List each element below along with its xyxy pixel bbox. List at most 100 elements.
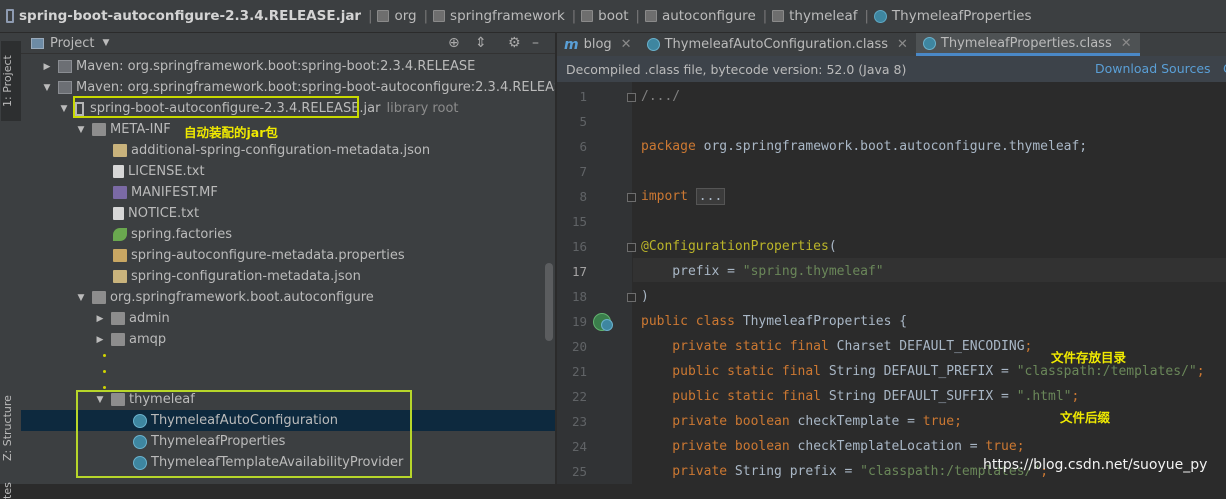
project-view-selector[interactable]: Project	[50, 36, 94, 51]
breadcrumb-org[interactable]: | org	[361, 0, 417, 32]
tree-node-label: LICENSE.txt	[128, 164, 205, 179]
download-sources-link[interactable]: Download Sources	[1095, 61, 1211, 76]
code-line-18[interactable]: )	[641, 289, 649, 304]
tree-scrollbar[interactable]	[545, 263, 553, 341]
tree-node[interactable]: ▶ Maven: org.springframework.boot:spring…	[21, 56, 576, 77]
code-line-6[interactable]: package org.springframework.boot.autocon…	[641, 139, 1087, 154]
tree-node[interactable]: ▼ Maven: org.springframework.boot:spring…	[21, 77, 576, 98]
separator-icon: |	[864, 8, 869, 24]
code-line-19[interactable]: public class ThymeleafProperties {	[641, 314, 907, 329]
package-icon	[377, 10, 390, 22]
tree-node[interactable]: spring.factories	[21, 224, 647, 245]
breadcrumb-label: ThymeleafProperties	[891, 8, 1032, 24]
breadcrumb-jar[interactable]: spring-boot-autoconfigure-2.3.4.RELEASE.…	[6, 0, 361, 32]
code-keyword: import	[641, 189, 688, 204]
locate-icon[interactable]: ⊕	[448, 35, 460, 51]
tab-blog[interactable]: m blog ✕	[557, 33, 640, 56]
directory-annotation: 文件存放目录	[1051, 350, 1127, 365]
thymeleaf-highlight-box	[76, 390, 412, 478]
separator-icon: |	[368, 8, 373, 24]
line-number: 20	[571, 339, 587, 354]
tree-node-label: admin	[129, 311, 170, 326]
bottom-tool-button[interactable]: tes	[1, 469, 14, 499]
code-line-8[interactable]: import ...	[641, 188, 726, 205]
code-line-22[interactable]: public static final String DEFAULT_SUFFI…	[641, 389, 1079, 404]
code-keyword: private static final	[641, 339, 829, 354]
code-line-17[interactable]: prefix = "spring.thymeleaf"	[641, 264, 883, 279]
line-number: 21	[571, 364, 587, 379]
tree-node[interactable]: additional-spring-configuration-metadata…	[21, 140, 647, 161]
folded-comment[interactable]: /.../	[641, 89, 680, 104]
code-punct: ;	[1196, 364, 1205, 379]
fold-marker-icon[interactable]	[627, 93, 636, 102]
tree-node[interactable]: MANIFEST.MF	[21, 182, 647, 203]
project-view-icon	[31, 37, 44, 49]
close-icon[interactable]: ✕	[1121, 36, 1132, 51]
collapse-arrow-icon[interactable]: ▼	[76, 293, 86, 303]
tree-node[interactable]: NOTICE.txt	[21, 203, 647, 224]
code-editor: m blog ✕ ThymeleafAutoConfiguration.clas…	[557, 33, 1226, 484]
tab-thymeleaf-auto-configuration[interactable]: ThymeleafAutoConfiguration.class ✕	[640, 33, 916, 56]
code-keyword: private	[641, 464, 728, 479]
expand-arrow-icon[interactable]: ▶	[95, 314, 105, 324]
code-line-16[interactable]: @ConfigurationProperties(	[641, 239, 837, 254]
tab-thymeleaf-properties[interactable]: ThymeleafProperties.class ✕	[915, 33, 1140, 56]
breadcrumb-thymeleaf-properties[interactable]: | ThymeleafProperties	[858, 0, 1032, 32]
tree-node[interactable]: LICENSE.txt	[21, 161, 647, 182]
code-line-24[interactable]: private boolean checkTemplateLocation = …	[641, 439, 1024, 454]
code-line-23[interactable]: private boolean checkTemplate = true;	[641, 414, 962, 429]
collapse-arrow-icon[interactable]: ▼	[59, 104, 69, 114]
breadcrumb-label: springframework	[450, 8, 565, 24]
breadcrumb-springframework[interactable]: | springframework	[417, 0, 565, 32]
code-line-21[interactable]: public static final String DEFAULT_PREFI…	[641, 364, 1205, 379]
code-text: =	[993, 364, 1017, 379]
close-icon[interactable]: ✕	[897, 37, 908, 52]
tree-node[interactable]: ▼ org.springframework.boot.autoconfigure	[21, 287, 610, 308]
tree-node[interactable]: ▼ META-INF	[21, 119, 610, 140]
project-tool-button[interactable]: 1: Project	[1, 41, 21, 121]
breadcrumb-autoconfigure[interactable]: | autoconfigure	[629, 0, 756, 32]
code-keyword: public static final	[641, 389, 822, 404]
jar-icon	[6, 9, 14, 23]
code-line-20[interactable]: private static final Charset DEFAULT_ENC…	[641, 339, 1032, 354]
fold-marker-icon[interactable]	[627, 243, 636, 252]
tree-node[interactable]: ▶ admin	[21, 308, 629, 329]
code-text: =	[899, 414, 923, 429]
hide-icon[interactable]: –	[532, 35, 539, 51]
code-text: String	[821, 364, 884, 379]
tree-node-label: org.springframework.boot.autoconfigure	[110, 290, 374, 305]
breadcrumb-boot[interactable]: | boot	[565, 0, 629, 32]
code-text: prefix =	[641, 264, 743, 279]
manifest-file-icon	[113, 186, 127, 199]
code-text: =	[836, 464, 861, 479]
fold-marker-icon[interactable]	[627, 293, 636, 302]
expand-arrow-icon[interactable]: ▶	[42, 62, 52, 72]
package-icon	[111, 333, 125, 346]
collapse-arrow-icon[interactable]: ▼	[76, 125, 86, 135]
package-icon	[644, 10, 657, 22]
tree-node-label: additional-spring-configuration-metadata…	[131, 143, 431, 158]
expand-arrow-icon[interactable]: ▶	[95, 335, 105, 345]
code-keyword: true	[922, 414, 955, 429]
package-icon	[433, 10, 446, 22]
editor-tabs: m blog ✕ ThymeleafAutoConfiguration.clas…	[557, 33, 1226, 57]
line-number: 23	[571, 414, 587, 429]
close-icon[interactable]: ✕	[621, 37, 632, 52]
tree-node-label: spring-configuration-metadata.json	[131, 269, 361, 284]
collapse-all-icon[interactable]: ⇕	[475, 35, 487, 51]
package-icon	[111, 312, 125, 325]
tree-node[interactable]: spring-autoconfigure-metadata.properties	[21, 245, 647, 266]
structure-tool-button[interactable]: Z: Structure	[1, 366, 14, 461]
gear-icon[interactable]: ⚙	[508, 35, 521, 51]
tree-node-label: Maven: org.springframework.boot:spring-b…	[76, 80, 571, 95]
folded-imports[interactable]: ...	[695, 188, 726, 205]
chevron-down-icon[interactable]: ▼	[102, 38, 109, 48]
tree-node[interactable]: ▶ amqp	[21, 329, 629, 350]
tree-node[interactable]: spring-configuration-metadata.json	[21, 266, 647, 287]
separator-icon: |	[571, 8, 577, 24]
maven-m-icon: m	[564, 36, 579, 53]
breadcrumb-thymeleaf[interactable]: | thymeleaf	[756, 0, 858, 32]
fold-marker-icon[interactable]	[627, 193, 636, 202]
collapse-arrow-icon[interactable]: ▼	[42, 83, 52, 93]
code-line-1[interactable]: /.../	[641, 89, 680, 104]
